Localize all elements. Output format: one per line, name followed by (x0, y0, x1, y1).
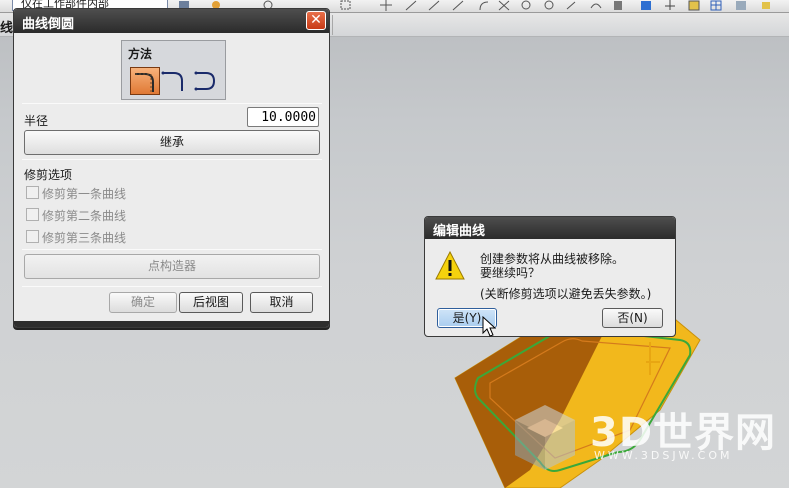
settings-icon[interactable] (760, 0, 772, 11)
no-button[interactable]: 否(N) (602, 308, 663, 328)
close-icon: ✕ (310, 12, 322, 28)
snap-arc-icon[interactable] (478, 0, 490, 11)
snap-face-icon[interactable] (612, 0, 624, 11)
radius-label: 半径 (24, 114, 49, 128)
three-curve-fillet-icon (194, 71, 216, 91)
dialog-bottom-bar (14, 321, 329, 327)
snap-on-curve-icon[interactable] (590, 0, 602, 11)
snap-control-icon[interactable] (452, 0, 464, 11)
close-button[interactable]: ✕ (306, 11, 326, 30)
divider (22, 249, 322, 250)
wcs-icon[interactable] (664, 0, 676, 11)
inherit-button[interactable]: 继承 (24, 130, 320, 155)
simple-fillet-icon (135, 73, 154, 92)
snap-end-icon[interactable] (405, 0, 417, 11)
toolbar-separator (332, 15, 333, 35)
snap-center-icon[interactable] (520, 0, 532, 11)
three-curve-fillet-button[interactable] (192, 67, 222, 95)
cube-view-icon[interactable] (640, 0, 652, 11)
toolbar-label: 线 (0, 21, 14, 36)
watermark-url: WWW.3DSJW.COM (594, 449, 733, 462)
snap-quadrant-icon[interactable] (543, 0, 555, 11)
dialog-title: 编辑曲线 (433, 224, 486, 239)
layer-icon[interactable] (688, 0, 700, 11)
simple-fillet-button[interactable] (130, 67, 160, 95)
method-label: 方法 (128, 47, 153, 61)
dialog-title: 曲线倒圆 (22, 17, 75, 32)
warning-icon (435, 251, 465, 280)
back-button[interactable]: 后视图 (179, 292, 243, 313)
display-icon[interactable] (735, 0, 747, 11)
trim-options-label: 修剪选项 (24, 168, 73, 182)
radius-input[interactable] (247, 107, 319, 127)
checkbox-label: 修剪第三条曲线 (42, 231, 127, 245)
two-curve-fillet-icon (161, 71, 183, 91)
checkbox-label: 修剪第一条曲线 (42, 187, 127, 201)
checkbox-box[interactable] (26, 230, 39, 243)
checkbox-box[interactable] (26, 208, 39, 221)
snap-existing-icon[interactable] (565, 0, 577, 11)
curve-fillet-dialog: 曲线倒圆 ✕ 方法 半径 继承 修剪选项 修剪第一条曲 (13, 8, 330, 328)
dialog-titlebar[interactable]: 编辑曲线 (425, 217, 675, 239)
checkbox-label: 修剪第二条曲线 (42, 209, 127, 223)
box-select-icon[interactable] (340, 0, 352, 11)
dialog-titlebar[interactable]: 曲线倒圆 ✕ (14, 9, 329, 33)
watermark-cube-icon (515, 405, 575, 470)
snap-intersection-icon[interactable] (498, 0, 510, 11)
ok-button[interactable]: 确定 (109, 292, 177, 313)
divider (22, 103, 322, 104)
checkbox-box[interactable] (26, 186, 39, 199)
cancel-button[interactable]: 取消 (250, 292, 313, 313)
message-line-2: 要继续吗？ (480, 266, 541, 280)
method-group: 方法 (121, 40, 226, 100)
point-constructor-button[interactable]: 点构造器 (24, 254, 320, 279)
divider (22, 159, 322, 160)
two-curve-fillet-button[interactable] (160, 67, 190, 95)
message-line-3: (关断修剪选项以避免丢失参数。) (480, 287, 652, 301)
divider (22, 286, 322, 287)
snap-mid-icon[interactable] (428, 0, 440, 11)
snap-point-icon[interactable] (380, 0, 392, 11)
grid-icon[interactable] (710, 0, 722, 11)
mouse-cursor-icon (482, 316, 496, 337)
edit-curve-dialog: 编辑曲线 创建参数将从曲线被移除。 要继续吗？ (关断修剪选项以避免丢失参数。)… (424, 216, 676, 337)
